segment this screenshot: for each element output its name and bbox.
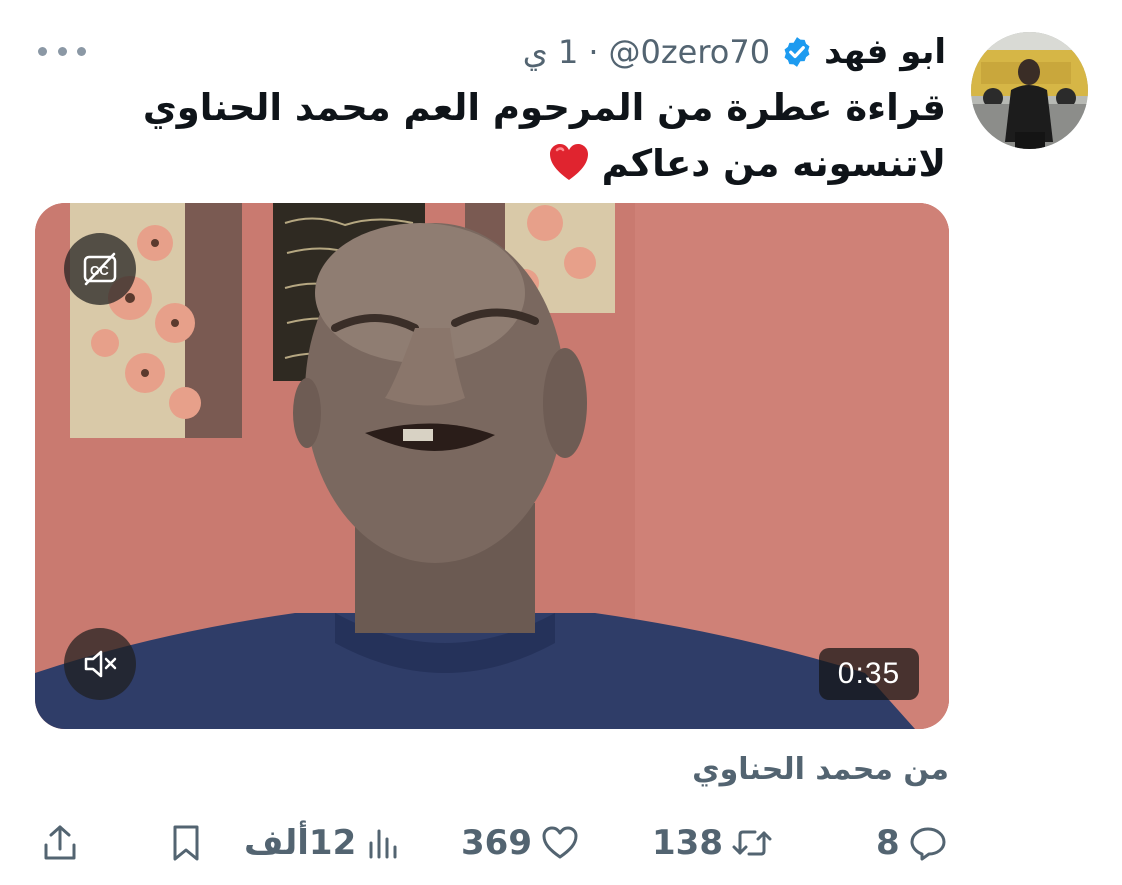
tweet-text-line: قراءة عطرة من المرحوم العم محمد الحناوي bbox=[142, 86, 946, 129]
like-count: 369 bbox=[461, 823, 532, 863]
share-upload-icon bbox=[44, 825, 76, 860]
red-heart-icon bbox=[548, 142, 590, 182]
heart-icon bbox=[542, 826, 578, 859]
captions-off-button[interactable]: CC bbox=[64, 233, 136, 305]
more-options-icon[interactable] bbox=[38, 36, 86, 66]
video-source-attribution[interactable]: من محمد الحناوي bbox=[692, 752, 949, 787]
captions-off-icon: CC bbox=[83, 252, 117, 286]
avatar[interactable] bbox=[971, 32, 1088, 149]
tweet-text: قراءة عطرة من المرحوم العم محمد الحناوي … bbox=[142, 80, 946, 192]
display-name[interactable]: ابو فهد bbox=[824, 32, 946, 72]
share-button[interactable] bbox=[42, 818, 78, 868]
timestamp[interactable]: 1 ي bbox=[523, 33, 579, 71]
mute-toggle-button[interactable] bbox=[64, 628, 136, 700]
reply-icon bbox=[910, 827, 946, 861]
video-frame bbox=[35, 203, 949, 729]
bookmark-button[interactable] bbox=[168, 818, 204, 868]
bookmark-icon bbox=[173, 825, 199, 861]
views-bar-chart-icon bbox=[369, 829, 397, 859]
muted-speaker-icon bbox=[84, 650, 117, 678]
video-player[interactable]: CC 0:35 bbox=[35, 203, 949, 729]
tweet-header: ابو فهد @0zero70 · 1 ي bbox=[523, 26, 946, 78]
views-button[interactable]: 12ألف bbox=[244, 818, 404, 868]
reply-count: 8 bbox=[876, 823, 900, 863]
views-count: 12ألف bbox=[244, 823, 357, 863]
retweet-icon bbox=[732, 830, 772, 856]
tweet-card: ابو فهد @0zero70 · 1 ي قراءة عطرة من الم… bbox=[0, 0, 1122, 885]
reply-button[interactable]: 8 bbox=[876, 818, 948, 868]
like-button[interactable]: 369 bbox=[461, 818, 580, 868]
tweet-text-line-2-words: لاتنسونه من دعاكم bbox=[601, 142, 946, 185]
retweet-button[interactable]: 138 bbox=[652, 818, 773, 868]
verified-badge-icon bbox=[780, 35, 814, 69]
retweet-count: 138 bbox=[652, 823, 723, 863]
tweet-text-line-2: لاتنسونه من دعاكم bbox=[146, 136, 946, 192]
video-duration-badge: 0:35 bbox=[819, 648, 919, 700]
separator-dot: · bbox=[588, 33, 599, 71]
user-handle[interactable]: @0zero70 bbox=[608, 33, 770, 71]
